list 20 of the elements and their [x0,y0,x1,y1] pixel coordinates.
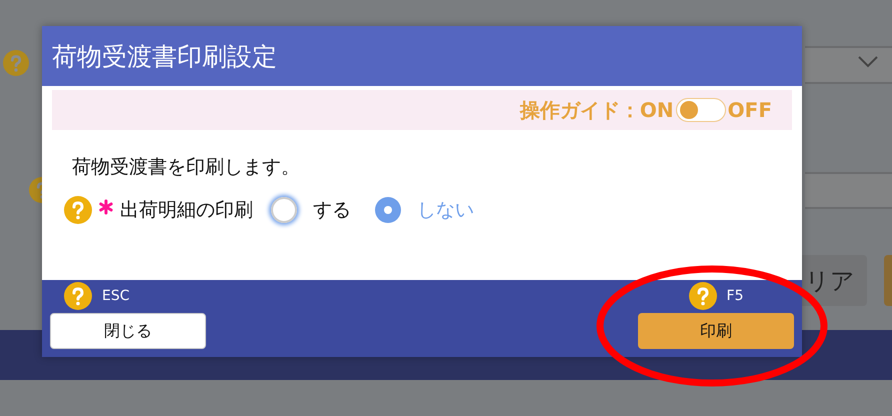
radio-button[interactable] [375,197,401,223]
print-button[interactable]: 印刷 [638,313,794,349]
select-field[interactable] [805,46,892,84]
radio-label[interactable]: する [313,197,351,223]
chevron-down-icon [858,56,878,68]
toggle-knob[interactable] [680,101,698,119]
field-label: 出荷明細の印刷 [120,198,253,223]
shortcut-key: ESC [102,288,130,304]
close-button[interactable]: 閉じる [50,313,206,349]
dialog-title: 荷物受渡書印刷設定 [42,26,802,86]
guide-label: 操作ガイド：ON [520,96,674,124]
shortcut-key: F5 [726,288,744,304]
message-text: 荷物受渡書を印刷します。 [72,155,301,180]
radio-button[interactable] [271,197,297,223]
input-field[interactable] [805,172,892,209]
off-label: OFF [728,98,772,122]
help-icon[interactable] [64,282,92,310]
help-icon[interactable] [688,282,717,310]
guide-toggle[interactable] [676,98,726,122]
help-icon [3,50,29,76]
